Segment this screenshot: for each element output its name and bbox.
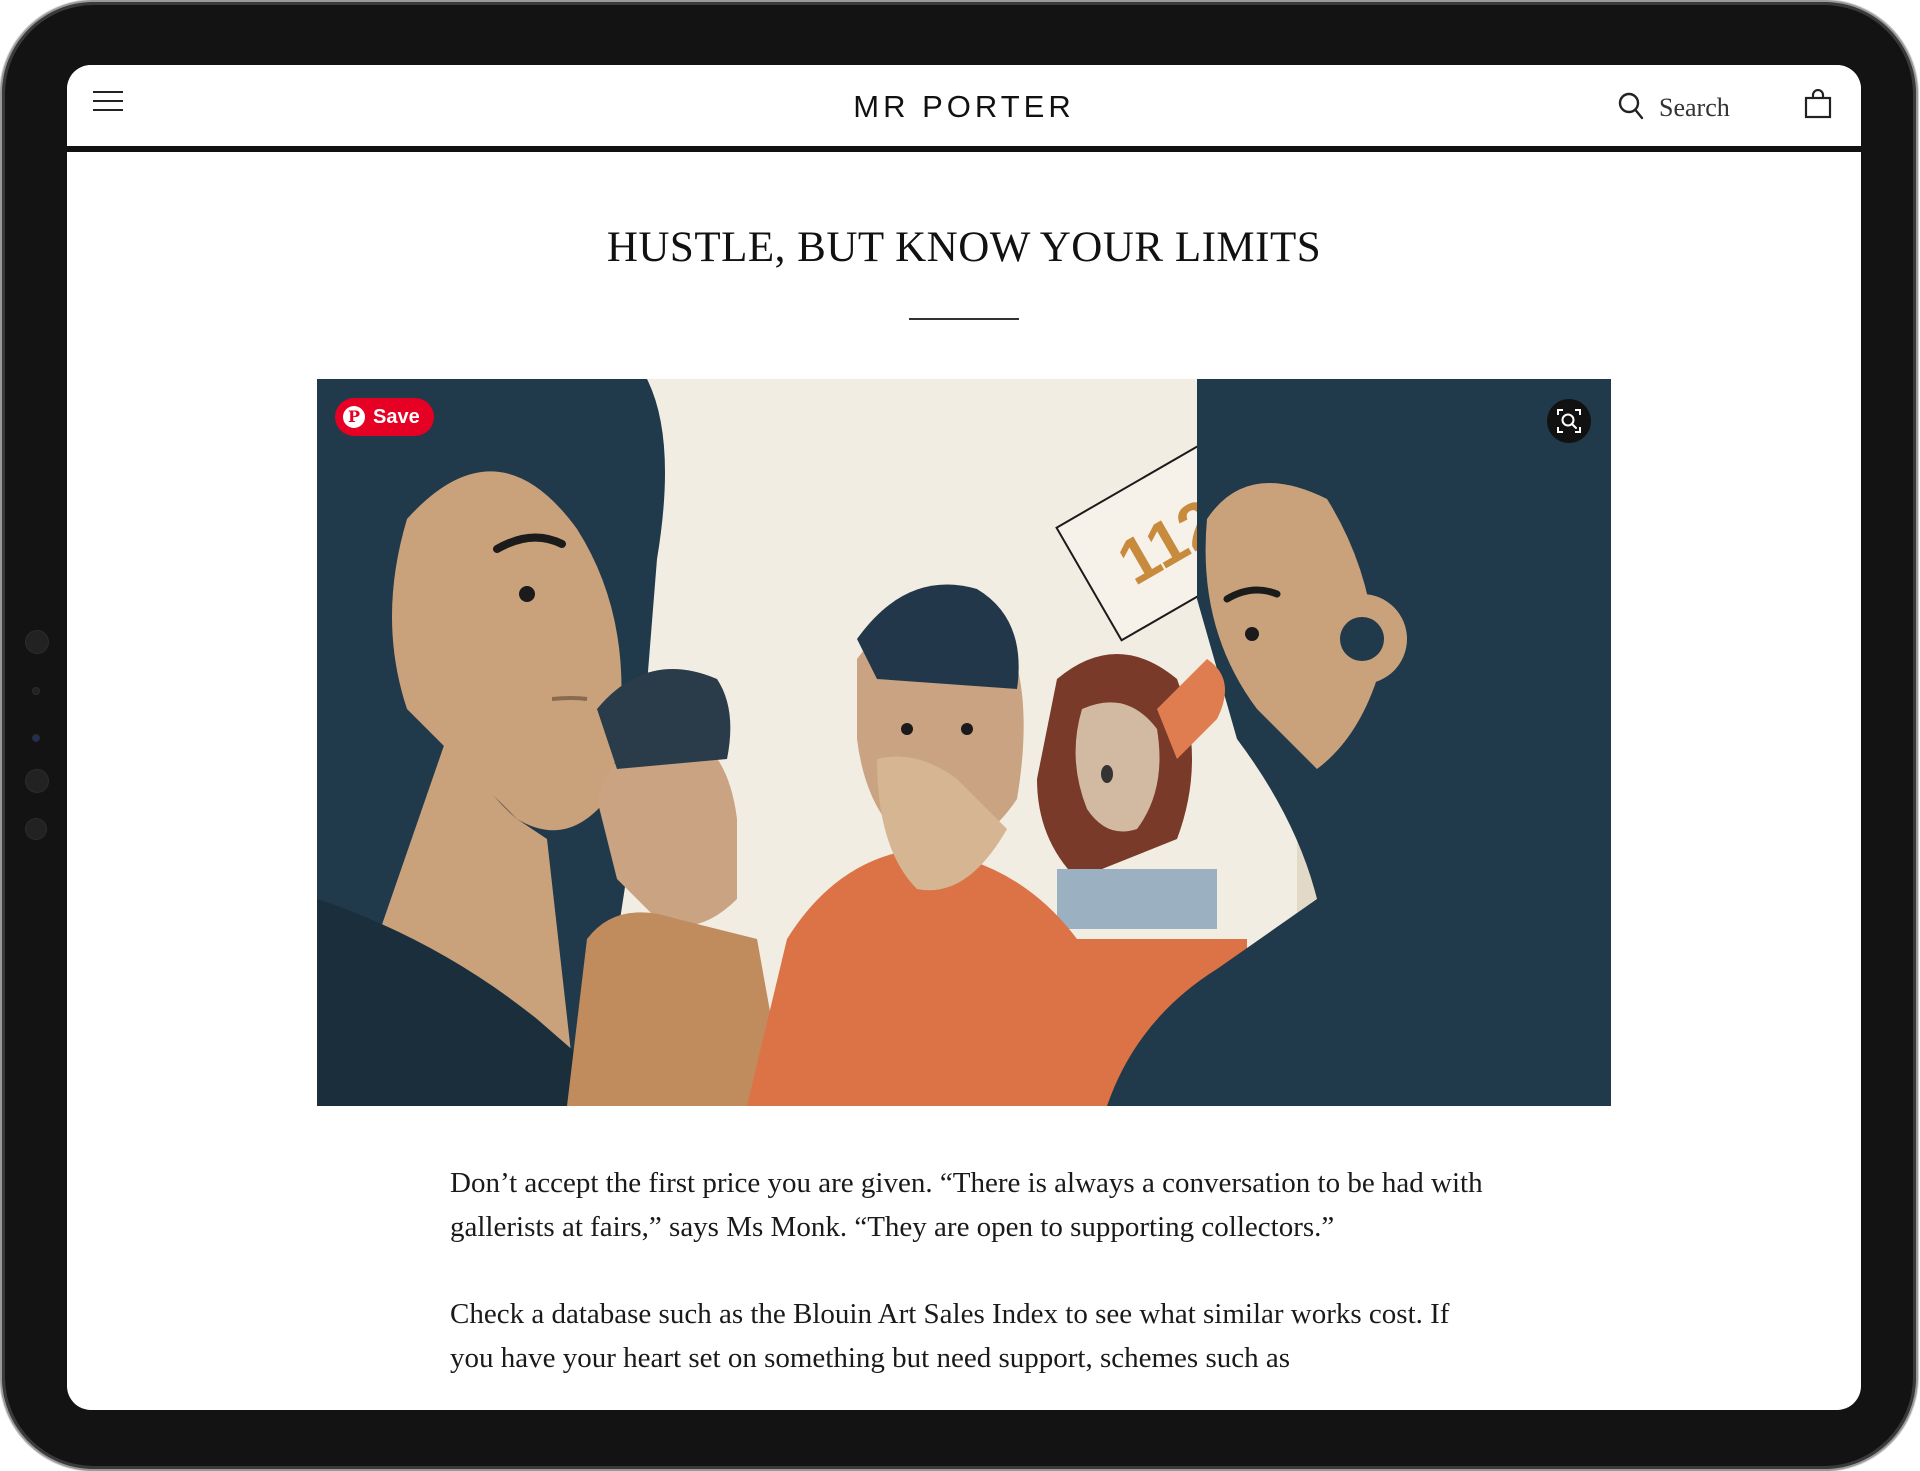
save-label: Save — [373, 405, 420, 428]
zoom-in-icon — [1557, 409, 1581, 433]
search-icon — [1618, 92, 1644, 120]
hero-illustration[interactable]: 112 P Save — [317, 379, 1611, 1106]
camera-dot — [26, 631, 48, 653]
shopping-bag-icon — [1804, 88, 1832, 119]
pinterest-icon: P — [343, 406, 365, 428]
article-title: HUSTLE, BUT KNOW YOUR LIMITS — [606, 224, 1322, 271]
shopping-bag-button[interactable] — [1804, 88, 1832, 124]
site-logo[interactable]: MR PORTER — [67, 89, 1861, 125]
title-divider — [909, 318, 1019, 320]
article-body: Don’t accept the first price you are giv… — [450, 1161, 1490, 1410]
article-paragraph: Check a database such as the Blouin Art … — [450, 1298, 1450, 1374]
tablet-frame: MR PORTER Search HUSTLE, BUT KNOW YOUR L… — [2, 2, 1916, 1469]
header-divider — [67, 146, 1861, 152]
camera-dot — [33, 735, 39, 741]
site-header: MR PORTER Search — [67, 65, 1861, 155]
camera-dot — [33, 688, 39, 694]
auction-illustration: 112 — [317, 379, 1611, 1106]
article-paragraph: Don’t accept the first price you are giv… — [450, 1167, 1483, 1243]
screen: MR PORTER Search HUSTLE, BUT KNOW YOUR L… — [67, 65, 1861, 1410]
camera-dot — [26, 770, 48, 792]
zoom-button[interactable] — [1547, 399, 1591, 443]
search-label: Search — [1659, 93, 1730, 122]
pinterest-save-button[interactable]: P Save — [335, 398, 434, 436]
camera-dot — [26, 819, 46, 839]
